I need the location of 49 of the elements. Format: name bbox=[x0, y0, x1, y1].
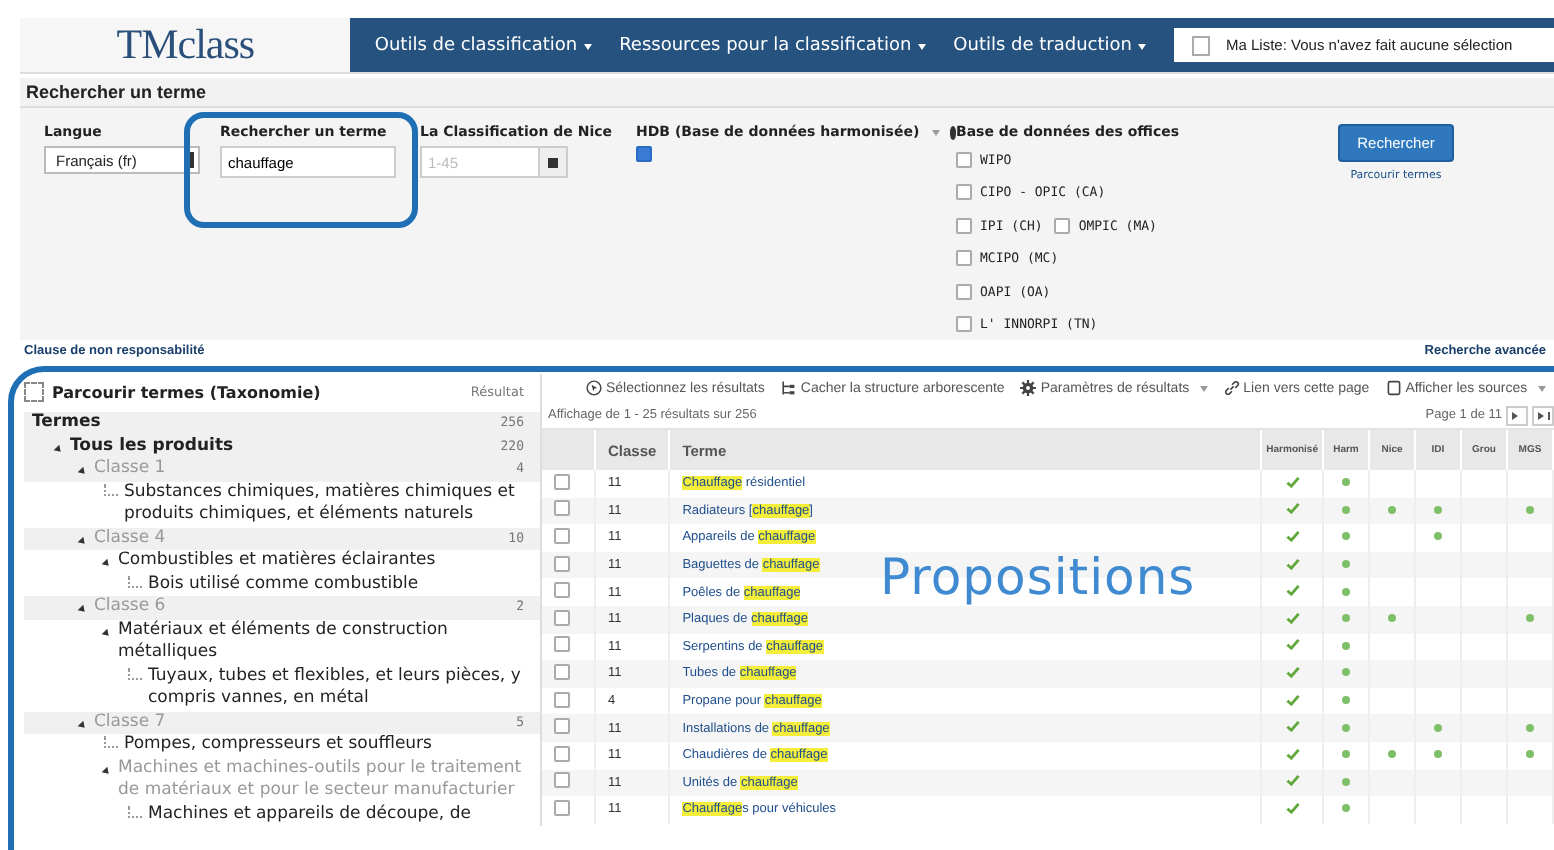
logo[interactable]: TMclass bbox=[20, 18, 351, 72]
row-checkbox[interactable] bbox=[554, 473, 570, 490]
row-checkbox[interactable] bbox=[554, 527, 570, 544]
expand-collapse-icon[interactable] bbox=[24, 382, 44, 402]
row-checkbox[interactable] bbox=[554, 636, 570, 653]
checkbox[interactable] bbox=[1054, 217, 1071, 234]
tree-item[interactable]: Bois utilisé comme combustible bbox=[148, 573, 524, 596]
row-checkbox[interactable] bbox=[554, 582, 570, 599]
nav-menu[interactable]: Ressources pour la classification bbox=[619, 35, 926, 55]
tree-connector-icon bbox=[104, 483, 118, 495]
row-checkbox[interactable] bbox=[554, 718, 570, 735]
row-checkbox[interactable] bbox=[554, 609, 570, 626]
row-checkbox[interactable] bbox=[554, 691, 570, 708]
tree-connector-icon bbox=[128, 805, 142, 817]
tree-item[interactable]: Tous les produits bbox=[70, 435, 495, 458]
link-icon bbox=[1223, 380, 1240, 396]
panel-title: Parcourir termes (Taxonomie) bbox=[52, 383, 321, 401]
checkbox[interactable] bbox=[956, 316, 972, 333]
next-page-icon[interactable] bbox=[1506, 405, 1528, 425]
tree-icon bbox=[780, 380, 797, 396]
tree-item[interactable]: Matériaux et éléments de construction métalliques bbox=[118, 619, 524, 665]
row-checkbox[interactable] bbox=[554, 500, 570, 517]
nav-menu[interactable]: Outils de traduction bbox=[953, 35, 1146, 55]
row-checkbox[interactable] bbox=[554, 663, 570, 680]
tree-item[interactable]: Termes bbox=[32, 412, 495, 435]
row-checkbox[interactable] bbox=[554, 555, 570, 572]
checkbox[interactable] bbox=[956, 217, 972, 234]
checkbox[interactable] bbox=[956, 151, 972, 168]
tree-connector-icon bbox=[128, 575, 142, 587]
tree-item[interactable]: Pompes, compresseurs et souffleurs bbox=[124, 734, 524, 757]
row-checkbox[interactable] bbox=[554, 745, 570, 762]
row-checkbox[interactable] bbox=[554, 772, 570, 789]
tree-item[interactable]: Machines et appareils de découpe, de bbox=[148, 803, 524, 826]
checkbox[interactable] bbox=[956, 283, 972, 300]
tree-item[interactable]: Tuyaux, tubes et flexibles, et leurs pièces, y compris vannes, en métal bbox=[148, 665, 524, 711]
settings-icon bbox=[1020, 380, 1037, 396]
calendar-icon[interactable] bbox=[540, 146, 568, 178]
tree-item[interactable]: Substances chimiques, matières chimiques et produits chimiques, et éléments naturels bbox=[124, 481, 524, 527]
checkbox[interactable] bbox=[956, 250, 972, 267]
cursor-circle-icon bbox=[586, 380, 602, 396]
section-title: Rechercher un terme bbox=[20, 78, 1554, 108]
row-checkbox[interactable] bbox=[554, 799, 570, 816]
tree-connector-icon bbox=[128, 667, 142, 679]
nav-menu[interactable]: Outils de classification bbox=[374, 35, 592, 55]
tree-connector-icon bbox=[104, 736, 118, 748]
tree-item[interactable]: Combustibles et matières éclairantes bbox=[118, 550, 524, 573]
checkbox[interactable] bbox=[636, 146, 652, 162]
checkbox[interactable] bbox=[956, 184, 972, 201]
last-page-icon[interactable] bbox=[1532, 405, 1554, 425]
